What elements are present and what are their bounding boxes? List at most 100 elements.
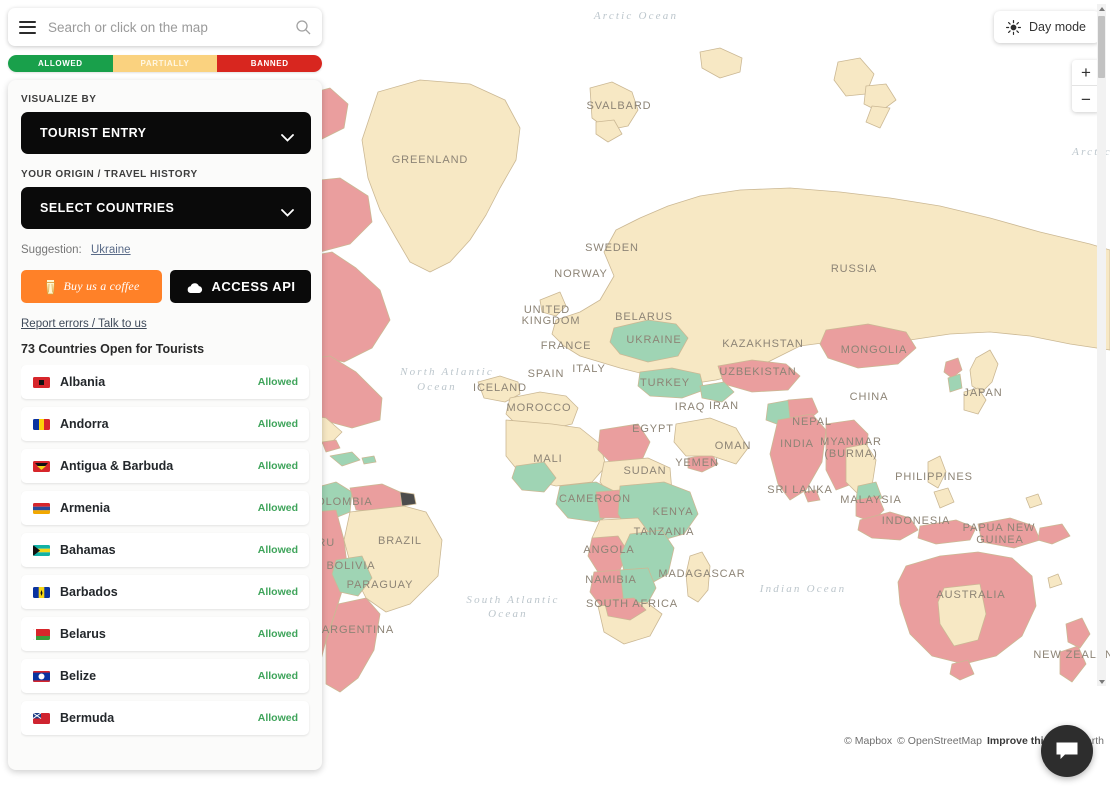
country-list-item[interactable]: Armenia Allowed	[21, 491, 309, 525]
chevron-down-icon	[281, 204, 294, 217]
country-status-badge: Allowed	[257, 544, 298, 556]
search-bar[interactable]	[8, 8, 322, 46]
chat-support-button[interactable]	[1041, 725, 1093, 777]
ocean-label: Ocean	[488, 608, 528, 620]
country-label: CHINA	[850, 391, 889, 403]
legend-partially[interactable]: PARTIALLY	[112, 55, 218, 72]
legend-banned[interactable]: BANNED	[217, 55, 322, 72]
report-errors-link[interactable]: Report errors / Talk to us	[21, 318, 311, 330]
country-list-item[interactable]: Belarus Allowed	[21, 617, 309, 651]
country-list-item[interactable]: Belize Allowed	[21, 659, 309, 693]
country-name: Barbados	[60, 585, 118, 599]
country-name: Antigua & Barbuda	[60, 459, 174, 473]
country-label: KINGDOM	[522, 315, 581, 327]
country-label: TURKEY	[640, 377, 690, 389]
country-flag-icon	[33, 544, 50, 556]
country-list-item[interactable]: Barbados Allowed	[21, 575, 309, 609]
country-label: SVALBARD	[586, 100, 651, 112]
country-label: MYANMAR	[820, 436, 882, 448]
access-api-button[interactable]: ACCESS API	[170, 270, 311, 303]
scroll-up-arrow-icon[interactable]	[1097, 4, 1106, 13]
country-flag-icon	[33, 712, 50, 724]
country-flag-icon	[33, 376, 50, 388]
control-panel: VISUALIZE BY TOURIST ENTRY YOUR ORIGIN /…	[8, 80, 322, 770]
country-status-badge: Allowed	[257, 628, 298, 640]
suggestion-row: Suggestion: Ukraine	[21, 244, 311, 256]
scrollbar-track[interactable]	[1097, 4, 1106, 686]
panel-scrollbar[interactable]	[1097, 4, 1106, 686]
country-label: KAZAKHSTAN	[722, 338, 804, 350]
scrollbar-thumb[interactable]	[1098, 16, 1105, 78]
country-label: FRANCE	[541, 340, 592, 352]
legend-allowed[interactable]: ALLOWED	[8, 55, 113, 72]
search-input[interactable]	[48, 19, 295, 35]
day-mode-toggle[interactable]: Day mode	[994, 11, 1100, 43]
country-name: Belize	[60, 669, 97, 683]
country-label: PAPUA NEW	[963, 522, 1036, 534]
country-label: JAPAN	[963, 387, 1002, 399]
visualize-by-dropdown[interactable]: TOURIST ENTRY	[21, 112, 311, 154]
country-label: GREENLAND	[392, 154, 469, 166]
ocean-label: Indian Ocean	[759, 583, 847, 595]
country-flag-icon	[33, 670, 50, 682]
country-list-item[interactable]: Bermuda Allowed	[21, 701, 309, 735]
zoom-controls[interactable]: + −	[1072, 60, 1100, 112]
country-label: EGYPT	[632, 423, 674, 435]
country-label: UZBEKISTAN	[719, 366, 796, 378]
country-list[interactable]: Albania Allowed Andorra Allowed Antigua & Ba…	[21, 365, 311, 753]
country-label: TANZANIA	[634, 526, 695, 538]
country-label: AUSTRALIA	[936, 589, 1005, 601]
ocean-label: Arctic Ocean	[593, 10, 678, 22]
country-list-item[interactable]: Andorra Allowed	[21, 407, 309, 441]
country-list-item[interactable]: Antigua & Barbuda Allowed	[21, 449, 309, 483]
ocean-label: North Atlantic	[399, 366, 494, 378]
suggestion-link-ukraine[interactable]: Ukraine	[91, 244, 131, 256]
select-countries-dropdown[interactable]: SELECT COUNTRIES	[21, 187, 311, 229]
select-countries-value: SELECT COUNTRIES	[40, 201, 175, 215]
country-label: PARAGUAY	[347, 579, 414, 591]
visualize-by-value: TOURIST ENTRY	[40, 126, 147, 140]
country-flag-icon	[33, 502, 50, 514]
country-label: BELARUS	[615, 311, 673, 323]
country-list-item[interactable]: Bahamas Allowed	[21, 533, 309, 567]
country-label: BRAZIL	[378, 535, 422, 547]
scroll-down-arrow-icon[interactable]	[1097, 677, 1106, 686]
country-label: NEPAL	[792, 416, 832, 428]
buy-us-a-coffee-label: Buy us a coffee	[63, 279, 140, 293]
action-button-row: Buy us a coffee ACCESS API	[21, 270, 311, 303]
country-status-badge: Allowed	[257, 586, 298, 598]
country-label: NORWAY	[554, 268, 607, 280]
country-label: SOUTH AFRICA	[586, 598, 678, 610]
country-label: CAMEROON	[559, 493, 631, 505]
country-label: GUINEA	[976, 534, 1024, 546]
country-flag-icon	[33, 460, 50, 472]
chat-bubble-icon	[1055, 741, 1079, 761]
countries-open-count: 73 Countries Open for Tourists	[21, 342, 205, 356]
country-status-badge: Allowed	[257, 418, 298, 430]
country-label: KENYA	[653, 506, 694, 518]
origin-label: YOUR ORIGIN / TRAVEL HISTORY	[21, 169, 198, 180]
country-name: Albania	[60, 375, 106, 389]
country-label: MADAGASCAR	[658, 568, 745, 580]
country-status-badge: Allowed	[257, 460, 298, 472]
country-label: ANGOLA	[583, 544, 634, 556]
country-label: SWEDEN	[585, 242, 639, 254]
osm-attribution-link[interactable]: © OpenStreetMap	[897, 735, 982, 747]
country-label: ITALY	[572, 363, 605, 375]
country-label: SRI LANKA	[767, 484, 833, 496]
hamburger-icon[interactable]	[19, 20, 36, 34]
country-flag-icon	[33, 586, 50, 598]
country-label: BOLIVIA	[326, 560, 375, 572]
country-label: YEMEN	[675, 457, 719, 469]
sun-icon	[1006, 19, 1022, 35]
country-flag-icon	[33, 418, 50, 430]
search-icon[interactable]	[295, 19, 311, 35]
zoom-out-button[interactable]: −	[1072, 86, 1100, 112]
chevron-down-icon	[281, 129, 294, 142]
buy-us-a-coffee-button[interactable]: Buy us a coffee	[21, 270, 162, 303]
country-list-item[interactable]: Albania Allowed	[21, 365, 309, 399]
country-label: PHILIPPINES	[895, 471, 973, 483]
zoom-in-button[interactable]: +	[1072, 60, 1100, 86]
country-label: NAMIBIA	[585, 574, 637, 586]
mapbox-attribution-link[interactable]: © Mapbox	[844, 735, 892, 747]
